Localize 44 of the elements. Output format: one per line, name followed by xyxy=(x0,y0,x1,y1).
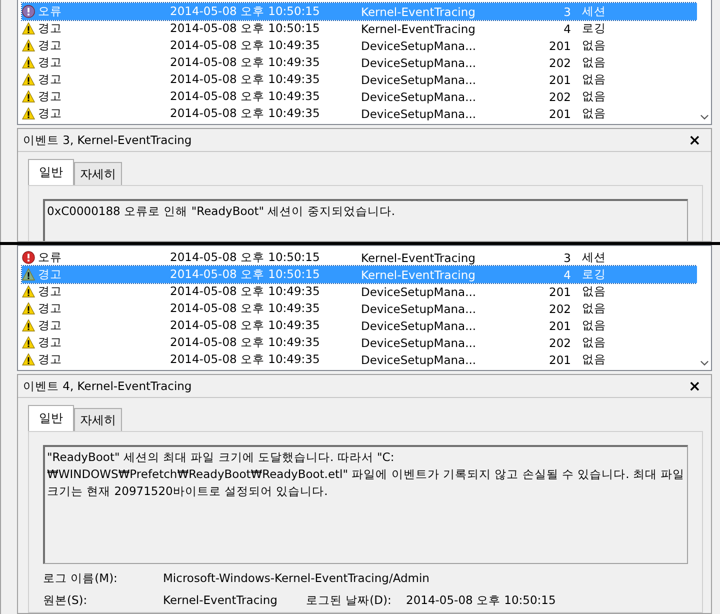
warning-icon xyxy=(22,73,35,86)
event-row[interactable]: 경고 2014-05-08 오후 10:49:35 DeviceSetupMana... 201 없음 xyxy=(22,71,697,88)
event-row[interactable]: 경고 2014-05-08 오후 10:49:35 DeviceSetupMana... 201 없음 xyxy=(22,283,697,300)
tab[interactable]: 자세히 xyxy=(74,408,122,431)
event-row[interactable]: 경고 2014-05-08 오후 10:49:35 DeviceSetupMana... 201 없음 xyxy=(22,105,697,122)
event-row[interactable]: 경고 2014-05-08 오후 10:49:35 DeviceSetupMana... 202 없음 xyxy=(22,300,697,317)
field-label: 원본(S): xyxy=(43,592,88,608)
field-value: Microsoft-Windows-Kernel-EventTracing/Admin xyxy=(163,570,430,586)
field-value: 2014-05-08 오후 10:50:15 xyxy=(406,592,556,608)
warning-icon xyxy=(22,22,35,35)
field-value: Kernel-EventTracing xyxy=(163,592,278,608)
warning-icon xyxy=(22,107,35,120)
event-title: 이벤트 3, Kernel-EventTracing xyxy=(23,132,192,148)
warning-icon xyxy=(22,56,35,69)
event-message: "ReadyBoot" 세션의 최대 파일 크기에 도달했습니다. 따라서 "C:₩WINDOWS₩Prefetch₩ReadyBoot₩ReadyBoot.etl" 파일에 이벤트가 기록되지 않고 손실될 수 있습니다. 최대 파일 크기는 현재 20971520바이트로 설정되어 있습니다. xyxy=(47,450,685,498)
tab[interactable]: 자세히 xyxy=(74,162,122,185)
field-label: 로그된 날짜(D): xyxy=(306,592,392,608)
event-row[interactable]: 경고 2014-05-08 오후 10:49:35 DeviceSetupMana... 201 없음 xyxy=(22,317,697,334)
warning-icon xyxy=(22,39,35,52)
event-row[interactable]: 경고 2014-05-08 오후 10:49:35 DeviceSetupMana... 201 없음 xyxy=(22,351,697,368)
event-row[interactable]: 경고 2014-05-08 오후 10:50:15 Kernel-EventTracing 4 로깅 xyxy=(22,20,697,37)
chevron-down-icon xyxy=(700,360,708,366)
warning-icon xyxy=(22,268,35,281)
warning-icon xyxy=(22,90,35,103)
warning-icon xyxy=(22,302,35,315)
event-row[interactable]: 경고 2014-05-08 오후 10:49:35 DeviceSetupMana... 202 없음 xyxy=(22,88,697,105)
warning-icon xyxy=(22,353,35,366)
tab[interactable]: 일반 xyxy=(28,405,74,431)
field-label: 로그 이름(M): xyxy=(43,570,118,586)
tab[interactable]: 일반 xyxy=(28,159,74,185)
close-button[interactable]: × xyxy=(686,131,703,149)
event-row[interactable]: 경고 2014-05-08 오후 10:49:35 DeviceSetupMana... 202 없음 xyxy=(22,334,697,351)
event-title: 이벤트 4, Kernel-EventTracing xyxy=(23,378,192,394)
warning-icon xyxy=(22,285,35,298)
error-icon xyxy=(22,5,35,18)
error-icon xyxy=(22,251,35,264)
warning-icon xyxy=(22,336,35,349)
event-message: 0xC0000188 오류로 인해 "ReadyBoot" 세션이 중지되었습니다. xyxy=(47,204,396,218)
event-row[interactable]: 오류 2014-05-08 오후 10:50:15 Kernel-EventTracing 3 세션 xyxy=(22,249,697,266)
event-row[interactable]: 경고 2014-05-08 오후 10:49:35 DeviceSetupMana... 201 없음 xyxy=(22,37,697,54)
warning-icon xyxy=(22,319,35,332)
close-button[interactable]: × xyxy=(686,377,703,395)
event-row[interactable]: 경고 2014-05-08 오후 10:49:35 DeviceSetupMana... 202 없음 xyxy=(22,54,697,71)
chevron-down-icon xyxy=(700,114,708,120)
